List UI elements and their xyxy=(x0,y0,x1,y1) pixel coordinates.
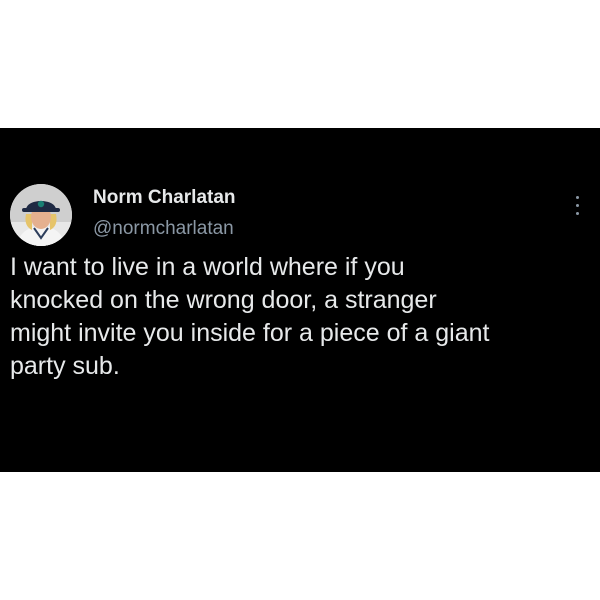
baseball-player-avatar-icon xyxy=(10,184,72,246)
author-display-name[interactable]: Norm Charlatan xyxy=(93,187,236,209)
tweet-text-line: knocked on the wrong door, a stranger xyxy=(10,286,437,314)
tweet-text: I want to live in a world where if you k… xyxy=(10,251,595,383)
tweet-card[interactable]: Norm Charlatan @normcharlatan I want to … xyxy=(0,128,600,472)
vertical-ellipsis-icon[interactable] xyxy=(572,196,582,222)
tweet-text-line: party sub. xyxy=(10,352,120,380)
tweet-text-line: I want to live in a world where if you xyxy=(10,253,405,281)
screenshot-canvas: Norm Charlatan @normcharlatan I want to … xyxy=(0,0,600,600)
author-handle[interactable]: @normcharlatan xyxy=(93,218,234,240)
ellipsis-dot xyxy=(575,196,579,199)
avatar[interactable] xyxy=(10,184,72,246)
ellipsis-dot xyxy=(575,212,579,215)
ellipsis-dot xyxy=(575,204,579,207)
tweet-text-line: might invite you inside for a piece of a… xyxy=(10,319,490,347)
